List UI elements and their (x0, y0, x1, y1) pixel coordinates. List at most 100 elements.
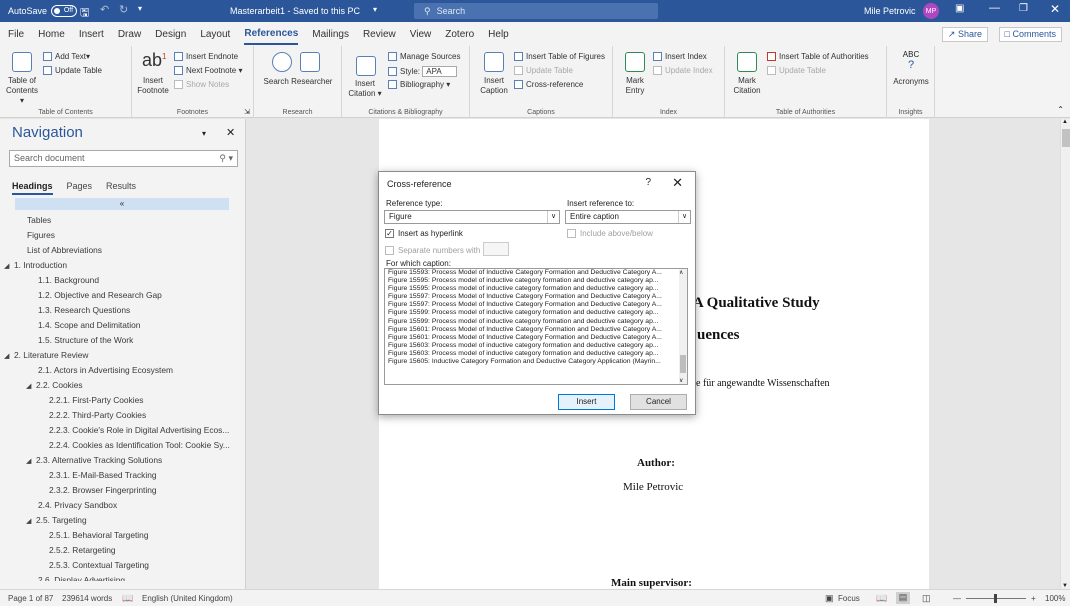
toc-button[interactable]: Table of Contents ▾ (4, 76, 40, 106)
menu-review[interactable]: Review (363, 25, 396, 44)
include-above-below-checkbox[interactable] (567, 229, 576, 238)
heading-item[interactable]: 2.5.3. Contextual Targeting (0, 558, 246, 573)
menu-design[interactable]: Design (155, 25, 186, 44)
redo-icon[interactable]: ↻ (119, 3, 128, 16)
caption-item[interactable]: Figure 15605: Inductive Category Formati… (385, 358, 679, 366)
zoom-level[interactable]: 100% (1045, 594, 1065, 603)
caption-item[interactable]: Figure 15603: Process model of inductive… (385, 342, 679, 350)
next-footnote-button[interactable]: Next Footnote ▾ (174, 66, 243, 75)
caption-item[interactable]: Figure 15603: Process model of inductive… (385, 350, 679, 358)
menu-references[interactable]: References (244, 24, 299, 45)
acronyms-button[interactable]: Acronyms (887, 77, 935, 87)
heading-item[interactable]: Tables (0, 213, 246, 228)
page-count[interactable]: Page 1 of 87 (8, 594, 53, 603)
document-title[interactable]: Masterarbeit1 - Saved to this PC (230, 6, 360, 16)
tab-results[interactable]: Results (106, 181, 136, 195)
pane-options-icon[interactable]: ▾ (202, 129, 206, 138)
heading-item[interactable]: 2.5.2. Retargeting (0, 543, 246, 558)
caption-item[interactable]: Figure 15597: Process Model of Inductive… (385, 301, 679, 309)
insert-endnote-button[interactable]: Insert Endnote (174, 52, 238, 61)
heading-item[interactable]: 2.5.1. Behavioral Targeting (0, 528, 246, 543)
heading-item[interactable]: ◢ 2.2. Cookies (0, 378, 246, 393)
ribbon-display-icon[interactable]: ▣ (955, 3, 964, 14)
insert-toa-button[interactable]: Insert Table of Authorities (767, 52, 869, 61)
heading-item[interactable]: 1.2. Objective and Research Gap (0, 288, 246, 303)
caption-item[interactable]: Figure 15601: Process Model of Inductive… (385, 326, 679, 334)
collapse-arrow-icon[interactable]: ◢ (4, 349, 14, 364)
footnote-launcher-icon[interactable]: ⇲ (244, 108, 250, 116)
insert-citation-button[interactable]: Insert Citation ▾ (342, 79, 388, 99)
caption-item[interactable]: Figure 15597: Process Model of Inductive… (385, 293, 679, 301)
update-table-button[interactable]: Update Table (43, 66, 102, 75)
vertical-scrollbar[interactable]: ▲ ▼ (1060, 119, 1070, 589)
insert-button[interactable]: Insert (558, 394, 615, 410)
heading-item[interactable]: ◢ 2.3. Alternative Tracking Solutions (0, 453, 246, 468)
user-name[interactable]: Mile Petrovic (864, 6, 916, 16)
mark-citation-button[interactable]: Mark Citation (727, 76, 767, 96)
menu-home[interactable]: Home (38, 25, 65, 44)
help-icon[interactable]: ? (645, 177, 651, 188)
avatar[interactable]: MP (923, 3, 939, 19)
heading-item[interactable]: 2.2.2. Third-Party Cookies (0, 408, 246, 423)
close-dialog-icon[interactable]: ✕ (672, 175, 683, 191)
zoom-slider-thumb[interactable] (994, 594, 997, 603)
word-count[interactable]: 239614 words (62, 594, 112, 603)
bibliography-button[interactable]: Bibliography ▾ (388, 80, 450, 89)
update-toa-button[interactable]: Update Table (767, 66, 826, 75)
print-layout-icon[interactable]: ▤ (896, 592, 910, 604)
separate-numbers-checkbox[interactable] (385, 246, 394, 255)
heading-item[interactable]: 2.3.2. Browser Fingerprinting (0, 483, 246, 498)
insert-hyperlink-checkbox[interactable]: ✓ (385, 229, 394, 238)
selected-heading[interactable]: « (15, 198, 229, 210)
scroll-up-icon[interactable]: ▲ (1062, 119, 1068, 125)
caption-item[interactable]: Figure 15599: Process model of inductive… (385, 318, 679, 326)
web-layout-icon[interactable]: ◫ (922, 593, 931, 604)
insert-index-button[interactable]: Insert Index (653, 52, 707, 61)
collapse-arrow-icon[interactable]: ◢ (26, 454, 36, 469)
comments-button[interactable]: □ Comments (998, 27, 1062, 42)
collapse-arrow-icon[interactable]: ◢ (26, 514, 36, 529)
cancel-button[interactable]: Cancel (630, 394, 687, 410)
title-dropdown-icon[interactable]: ▾ (373, 5, 377, 14)
heading-item[interactable]: 2.2.3. Cookie's Role in Digital Advertis… (0, 423, 246, 438)
autosave-switch[interactable]: Off (51, 5, 78, 17)
update-figures-table-button[interactable]: Update Table (514, 66, 573, 75)
share-button[interactable]: ↗ Share (941, 27, 988, 42)
heading-item[interactable]: 1.3. Research Questions (0, 303, 246, 318)
caption-scroll-down-icon[interactable]: ∨ (679, 377, 683, 384)
style-select[interactable]: Style: APA (388, 66, 457, 77)
restore-icon[interactable]: ❐ (1019, 3, 1028, 14)
style-value[interactable]: APA (422, 66, 457, 77)
heading-item[interactable]: List of Abbreviations (0, 243, 246, 258)
menu-insert[interactable]: Insert (79, 25, 104, 44)
focus-button[interactable]: Focus (838, 594, 860, 603)
collapse-ribbon-icon[interactable]: ⌃ (1057, 105, 1064, 114)
save-icon[interactable]: 🖫 (80, 4, 89, 23)
heading-item[interactable]: Figures (0, 228, 246, 243)
reference-type-select[interactable]: Figure ∨ (384, 210, 560, 224)
manage-sources-button[interactable]: Manage Sources (388, 52, 460, 61)
menu-mailings[interactable]: Mailings (312, 25, 349, 44)
tab-headings[interactable]: Headings (12, 181, 53, 195)
caption-item[interactable]: Figure 15595: Process model of inductive… (385, 277, 679, 285)
heading-item[interactable]: 2.6. Display Advertising (0, 573, 246, 581)
search-researcher-button[interactable]: Search Researcher (254, 77, 342, 87)
show-notes-button[interactable]: Show Notes (174, 80, 229, 89)
search-document-icon[interactable]: ⚲ ▾ (219, 151, 233, 166)
language[interactable]: English (United Kingdom) (142, 594, 233, 603)
collapse-arrow-icon[interactable]: ◢ (26, 379, 36, 394)
proofing-icon[interactable]: 📖 (122, 593, 133, 604)
heading-item[interactable]: ◢ 2. Literature Review (0, 348, 246, 363)
heading-item[interactable]: 2.2.1. First-Party Cookies (0, 393, 246, 408)
heading-item[interactable]: 2.2.4. Cookies as Identification Tool: C… (0, 438, 246, 453)
menu-file[interactable]: File (8, 25, 24, 44)
menu-help[interactable]: Help (488, 25, 509, 44)
menu-zotero[interactable]: Zotero (445, 25, 474, 44)
zoom-out-icon[interactable]: — (953, 594, 961, 603)
update-index-button[interactable]: Update Index (653, 66, 713, 75)
caption-item[interactable]: Figure 15599: Process model of inductive… (385, 309, 679, 317)
scroll-thumb[interactable] (1062, 129, 1070, 147)
caption-list-scrollbar[interactable]: ∧ ∨ (679, 269, 687, 384)
caption-item[interactable]: Figure 15595: Process model of inductive… (385, 285, 679, 293)
minimize-icon[interactable]: — (989, 2, 1000, 14)
